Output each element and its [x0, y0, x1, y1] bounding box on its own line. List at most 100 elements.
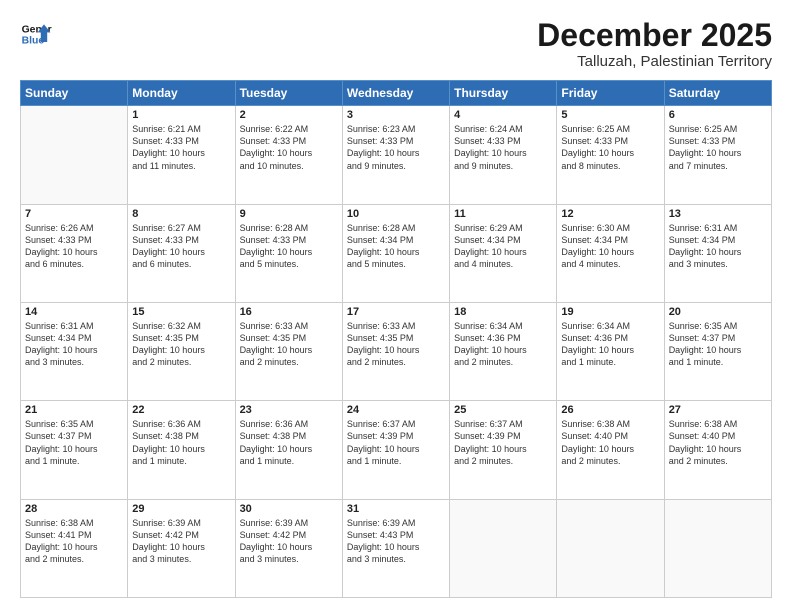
col-thursday: Thursday [450, 81, 557, 106]
day-number: 20 [669, 306, 767, 318]
col-saturday: Saturday [664, 81, 771, 106]
calendar-cell: 2 Sunrise: 6:22 AMSunset: 4:33 PMDaylight… [235, 106, 342, 204]
day-number: 5 [561, 109, 659, 121]
day-number: 3 [347, 109, 445, 121]
day-number: 15 [132, 306, 230, 318]
calendar-cell: 12Sunrise: 6:30 AMSunset: 4:34 PMDayligh… [557, 204, 664, 302]
calendar-cell: 28 Sunrise: 6:38 AMSunset: 4:41 PMDayligh… [21, 499, 128, 597]
calendar-cell: 14Sunrise: 6:31 AMSunset: 4:34 PMDayligh… [21, 302, 128, 400]
day-number: 23 [240, 404, 338, 416]
calendar-cell: 22 Sunrise: 6:36 AMSunset: 4:38 PMDayligh… [128, 401, 235, 499]
cell-info: Sunrise: 6:30 AMSunset: 4:34 PMDaylight:… [561, 222, 659, 271]
day-number: 17 [347, 306, 445, 318]
cell-info: Sunrise: 6:38 AMSunset: 4:41 PMDaylight:… [25, 517, 123, 566]
cell-info: Sunrise: 6:34 AMSunset: 4:36 PMDaylight:… [454, 320, 552, 369]
calendar-cell: 4 Sunrise: 6:24 AMSunset: 4:33 PMDaylight… [450, 106, 557, 204]
cell-info: Sunrise: 6:25 AMSunset: 4:33 PMDaylight:… [561, 123, 659, 172]
day-number: 24 [347, 404, 445, 416]
week-row-5: 28 Sunrise: 6:38 AMSunset: 4:41 PMDayligh… [21, 499, 772, 597]
calendar-cell: 20Sunrise: 6:35 AMSunset: 4:37 PMDayligh… [664, 302, 771, 400]
cell-info: Sunrise: 6:26 AMSunset: 4:33 PMDaylight:… [25, 222, 123, 271]
cell-info: Sunrise: 6:36 AMSunset: 4:38 PMDaylight:… [132, 418, 230, 467]
cell-info: Sunrise: 6:33 AMSunset: 4:35 PMDaylight:… [240, 320, 338, 369]
day-number: 29 [132, 503, 230, 515]
calendar-cell: 24 Sunrise: 6:37 AMSunset: 4:39 PMDayligh… [342, 401, 449, 499]
cell-info: Sunrise: 6:28 AMSunset: 4:33 PMDaylight:… [240, 222, 338, 271]
calendar-cell: 26 Sunrise: 6:38 AMSunset: 4:40 PMDayligh… [557, 401, 664, 499]
day-number: 1 [132, 109, 230, 121]
week-row-4: 21Sunrise: 6:35 AMSunset: 4:37 PMDayligh… [21, 401, 772, 499]
title-block: December 2025 Talluzah, Palestinian Terr… [537, 18, 772, 70]
cell-info: Sunrise: 6:32 AMSunset: 4:35 PMDaylight:… [132, 320, 230, 369]
day-number: 6 [669, 109, 767, 121]
day-number: 9 [240, 208, 338, 220]
week-row-2: 7 Sunrise: 6:26 AMSunset: 4:33 PMDaylight… [21, 204, 772, 302]
calendar-cell: 7 Sunrise: 6:26 AMSunset: 4:33 PMDaylight… [21, 204, 128, 302]
cell-info: Sunrise: 6:36 AMSunset: 4:38 PMDaylight:… [240, 418, 338, 467]
day-number: 2 [240, 109, 338, 121]
cell-info: Sunrise: 6:22 AMSunset: 4:33 PMDaylight:… [240, 123, 338, 172]
calendar-cell: 21Sunrise: 6:35 AMSunset: 4:37 PMDayligh… [21, 401, 128, 499]
day-number: 30 [240, 503, 338, 515]
day-number: 8 [132, 208, 230, 220]
calendar-cell: 18 Sunrise: 6:34 AMSunset: 4:36 PMDayligh… [450, 302, 557, 400]
calendar-cell: 3 Sunrise: 6:23 AMSunset: 4:33 PMDaylight… [342, 106, 449, 204]
day-number: 10 [347, 208, 445, 220]
cell-info: Sunrise: 6:27 AMSunset: 4:33 PMDaylight:… [132, 222, 230, 271]
week-row-3: 14Sunrise: 6:31 AMSunset: 4:34 PMDayligh… [21, 302, 772, 400]
calendar-cell: 15 Sunrise: 6:32 AMSunset: 4:35 PMDayligh… [128, 302, 235, 400]
day-number: 27 [669, 404, 767, 416]
calendar-cell: 9 Sunrise: 6:28 AMSunset: 4:33 PMDaylight… [235, 204, 342, 302]
cell-info: Sunrise: 6:24 AMSunset: 4:33 PMDaylight:… [454, 123, 552, 172]
cell-info: Sunrise: 6:38 AMSunset: 4:40 PMDaylight:… [669, 418, 767, 467]
calendar-cell: 5 Sunrise: 6:25 AMSunset: 4:33 PMDaylight… [557, 106, 664, 204]
day-number: 26 [561, 404, 659, 416]
day-number: 18 [454, 306, 552, 318]
header: General Blue December 2025 Talluzah, Pal… [20, 18, 772, 70]
calendar-cell: 17 Sunrise: 6:33 AMSunset: 4:35 PMDayligh… [342, 302, 449, 400]
cell-info: Sunrise: 6:31 AMSunset: 4:34 PMDaylight:… [25, 320, 123, 369]
cell-info: Sunrise: 6:25 AMSunset: 4:33 PMDaylight:… [669, 123, 767, 172]
calendar-cell: 19Sunrise: 6:34 AMSunset: 4:36 PMDayligh… [557, 302, 664, 400]
subtitle: Talluzah, Palestinian Territory [537, 53, 772, 70]
calendar-cell [450, 499, 557, 597]
calendar-cell: 29Sunrise: 6:39 AMSunset: 4:42 PMDayligh… [128, 499, 235, 597]
calendar-cell: 11 Sunrise: 6:29 AMSunset: 4:34 PMDayligh… [450, 204, 557, 302]
col-friday: Friday [557, 81, 664, 106]
day-number: 4 [454, 109, 552, 121]
calendar-cell: 6 Sunrise: 6:25 AMSunset: 4:33 PMDaylight… [664, 106, 771, 204]
cell-info: Sunrise: 6:39 AMSunset: 4:42 PMDaylight:… [240, 517, 338, 566]
logo-icon: General Blue [20, 18, 52, 50]
col-sunday: Sunday [21, 81, 128, 106]
calendar-cell: 27 Sunrise: 6:38 AMSunset: 4:40 PMDayligh… [664, 401, 771, 499]
cell-info: Sunrise: 6:31 AMSunset: 4:34 PMDaylight:… [669, 222, 767, 271]
col-wednesday: Wednesday [342, 81, 449, 106]
calendar-header-row: Sunday Monday Tuesday Wednesday Thursday… [21, 81, 772, 106]
calendar-cell: 16 Sunrise: 6:33 AMSunset: 4:35 PMDayligh… [235, 302, 342, 400]
day-number: 22 [132, 404, 230, 416]
page: General Blue December 2025 Talluzah, Pal… [0, 0, 792, 612]
day-number: 13 [669, 208, 767, 220]
cell-info: Sunrise: 6:37 AMSunset: 4:39 PMDaylight:… [347, 418, 445, 467]
calendar-cell [21, 106, 128, 204]
calendar-cell: 25 Sunrise: 6:37 AMSunset: 4:39 PMDayligh… [450, 401, 557, 499]
day-number: 25 [454, 404, 552, 416]
day-number: 16 [240, 306, 338, 318]
day-number: 7 [25, 208, 123, 220]
calendar-cell: 23 Sunrise: 6:36 AMSunset: 4:38 PMDayligh… [235, 401, 342, 499]
cell-info: Sunrise: 6:29 AMSunset: 4:34 PMDaylight:… [454, 222, 552, 271]
calendar-cell: 8 Sunrise: 6:27 AMSunset: 4:33 PMDaylight… [128, 204, 235, 302]
cell-info: Sunrise: 6:35 AMSunset: 4:37 PMDaylight:… [25, 418, 123, 467]
cell-info: Sunrise: 6:39 AMSunset: 4:43 PMDaylight:… [347, 517, 445, 566]
calendar-cell [557, 499, 664, 597]
col-monday: Monday [128, 81, 235, 106]
cell-info: Sunrise: 6:23 AMSunset: 4:33 PMDaylight:… [347, 123, 445, 172]
logo: General Blue [20, 18, 52, 50]
week-row-1: 1Sunrise: 6:21 AMSunset: 4:33 PMDaylight… [21, 106, 772, 204]
cell-info: Sunrise: 6:34 AMSunset: 4:36 PMDaylight:… [561, 320, 659, 369]
cell-info: Sunrise: 6:33 AMSunset: 4:35 PMDaylight:… [347, 320, 445, 369]
day-number: 28 [25, 503, 123, 515]
day-number: 11 [454, 208, 552, 220]
cell-info: Sunrise: 6:38 AMSunset: 4:40 PMDaylight:… [561, 418, 659, 467]
cell-info: Sunrise: 6:37 AMSunset: 4:39 PMDaylight:… [454, 418, 552, 467]
